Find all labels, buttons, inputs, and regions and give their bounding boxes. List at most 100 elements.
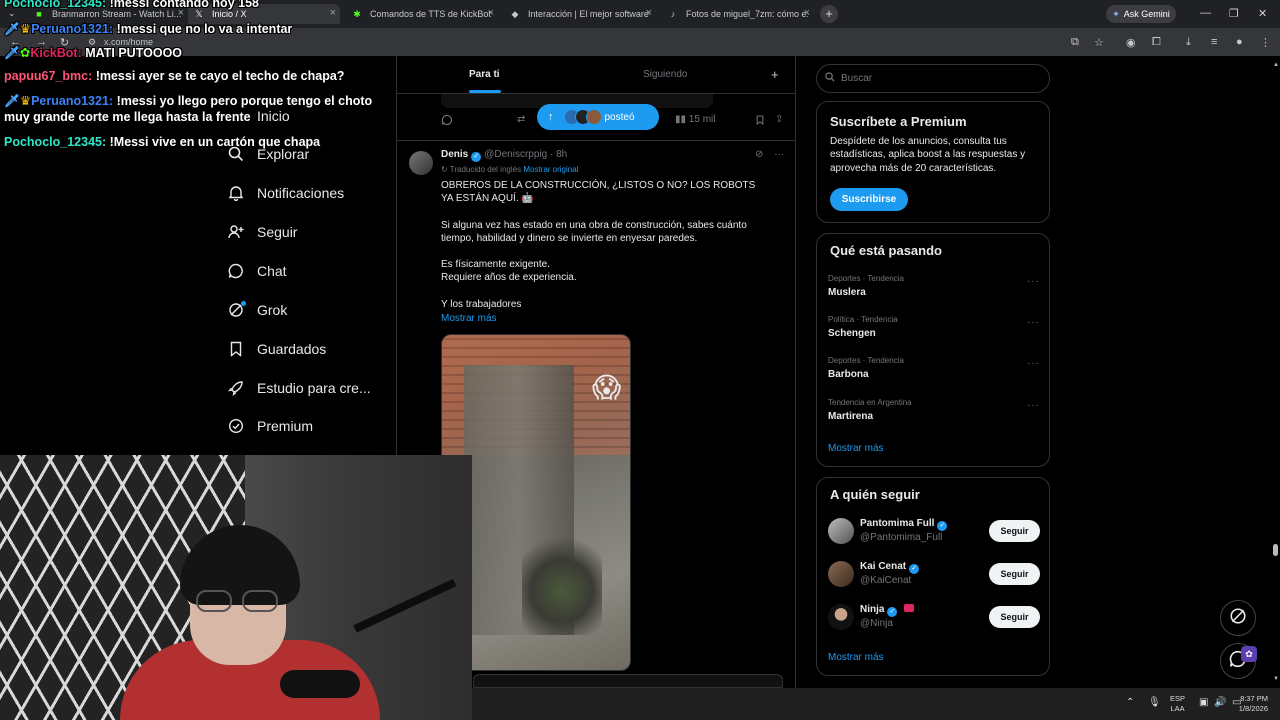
- tab-interaccion[interactable]: ◆ Interacción | El mejor software p... ×: [504, 4, 656, 24]
- avatar[interactable]: [409, 151, 433, 175]
- tab-kickbot[interactable]: ✱ Comandos de TTS de KickBot ×: [346, 4, 498, 24]
- tweet[interactable]: Denis ✓ @Deniscrppig · 8h ⊘ ··· ↻ Traducid…: [397, 140, 795, 671]
- tab-for-you[interactable]: Para ti: [469, 69, 500, 80]
- more-options-icon[interactable]: ···: [1027, 317, 1040, 328]
- scroll-up-arrow-icon[interactable]: ▲: [1273, 62, 1279, 68]
- page-scrollbar[interactable]: [1272, 56, 1280, 688]
- nav-follow[interactable]: Seguir: [228, 224, 297, 240]
- bookmark-action-icon[interactable]: [755, 114, 765, 129]
- follow-button[interactable]: Seguir: [989, 606, 1040, 628]
- avatar[interactable]: [828, 561, 854, 587]
- microphone-icon[interactable]: 🎙: [1148, 697, 1161, 708]
- nav-bookmarks[interactable]: Guardados: [228, 341, 326, 357]
- new-posts-pill[interactable]: ↑ posteó: [537, 104, 659, 130]
- follow-button[interactable]: Seguir: [989, 520, 1040, 542]
- arrow-up-icon: ↑: [548, 111, 554, 123]
- follow-suggestion[interactable]: Pantomima Full ✓ @Pantomima_Full Seguir: [828, 518, 1040, 548]
- chat-text: !messi yo llego pero porque tengo el cho…: [116, 94, 373, 108]
- cast-icon[interactable]: ⧉: [1071, 36, 1079, 49]
- messages-floating-button[interactable]: ✿: [1220, 643, 1257, 679]
- nav-grok[interactable]: Grok: [228, 301, 287, 318]
- chat-message: 🗡✿KickBot: MATI PUTOOOO: [4, 45, 182, 61]
- chat-icon: [228, 263, 244, 279]
- network-icon[interactable]: ▣: [1199, 697, 1208, 708]
- scroll-down-arrow-icon[interactable]: ▼: [1273, 676, 1279, 682]
- more-options-icon[interactable]: ···: [1027, 358, 1040, 369]
- trend-item[interactable]: Política · Tendencia Schengen ···: [828, 315, 1040, 339]
- nav-label: Notificaciones: [257, 185, 345, 201]
- tab-title: Branmarron Stream - Watch Li...: [52, 9, 182, 19]
- tab-title: Comandos de TTS de KickBot: [370, 9, 491, 19]
- more-options-icon[interactable]: ···: [774, 149, 784, 160]
- verified-badge-icon: ✓: [471, 152, 482, 162]
- subscribe-button[interactable]: Suscribirse: [830, 188, 908, 211]
- trend-item[interactable]: Deportes · Tendencia Barbona ···: [828, 356, 1040, 380]
- trend-item[interactable]: Tendencia en Argentina Martirena ···: [828, 398, 1040, 422]
- close-icon[interactable]: ×: [804, 7, 810, 19]
- restore-icon[interactable]: ❐: [1229, 7, 1239, 20]
- nav-creator-studio[interactable]: Estudio para cre...: [228, 380, 371, 396]
- tab-following[interactable]: Siguiendo: [643, 69, 687, 80]
- x-logo-icon: 𝕏: [195, 9, 203, 19]
- follow-suggestion[interactable]: Ninja ✓ @Ninja Seguir: [828, 604, 1040, 634]
- follow-suggestion[interactable]: Kai Cenat ✓ @KaiCenat Seguir: [828, 561, 1040, 591]
- tab-tiktok[interactable]: ♪ Fotos de miguel_7zm: cómo e... ×: [662, 4, 814, 24]
- chat-message-continued: muy grande corte me llega hasta la frent…: [4, 110, 251, 124]
- extension-color-icon[interactable]: ◉: [1126, 36, 1136, 49]
- trend-name: Martirena: [828, 411, 874, 422]
- author-handle[interactable]: @Deniscrppig: [484, 149, 547, 160]
- gemini-sparkle-icon: ✦: [1112, 8, 1120, 19]
- window-close-icon[interactable]: ✕: [1258, 7, 1267, 20]
- trend-item[interactable]: Deportes · Tendencia Muslera ···: [828, 274, 1040, 298]
- add-person-icon: [228, 224, 244, 240]
- follow-show-more[interactable]: Mostrar más: [828, 652, 884, 663]
- language-indicator[interactable]: ESP LAA: [1170, 694, 1185, 714]
- media-control-icon[interactable]: ≡: [1211, 36, 1217, 48]
- show-original-link[interactable]: Mostrar original: [523, 165, 578, 174]
- tweet-paragraph: Si alguna vez has estado en una obra de …: [441, 219, 747, 244]
- search-input[interactable]: Buscar: [816, 64, 1050, 93]
- bookmark-star-icon[interactable]: ☆: [1094, 36, 1104, 49]
- reply-icon[interactable]: [441, 114, 453, 129]
- ask-gemini-button[interactable]: ✦ Ask Gemini: [1106, 5, 1176, 23]
- trends-show-more[interactable]: Mostrar más: [828, 443, 884, 454]
- close-icon[interactable]: ×: [488, 7, 494, 19]
- nav-label: Premium: [257, 418, 314, 434]
- close-icon[interactable]: ×: [646, 7, 652, 19]
- download-icon[interactable]: ⤓: [1186, 36, 1191, 49]
- volume-icon[interactable]: 🔊: [1214, 697, 1226, 708]
- chat-username: Peruano1321:: [31, 94, 114, 108]
- add-feed-icon[interactable]: +: [771, 67, 779, 82]
- system-clock[interactable]: 8:37 PM 1/8/2026: [1232, 694, 1268, 714]
- nav-notifications[interactable]: Notificaciones: [228, 185, 344, 201]
- extensions-icon[interactable]: ⧠: [1152, 36, 1161, 49]
- show-more-link[interactable]: Mostrar más: [441, 313, 497, 324]
- nav-chat[interactable]: Chat: [228, 263, 287, 279]
- next-tweet[interactable]: [473, 674, 783, 688]
- follow-name: Kai Cenat ✓: [860, 561, 922, 574]
- more-options-icon[interactable]: ···: [1027, 276, 1040, 287]
- tray-expand-icon[interactable]: ⌃: [1126, 697, 1134, 708]
- follow-handle: @Pantomima_Full: [860, 532, 943, 543]
- views-stat[interactable]: ▮▮ 15 mil: [675, 114, 715, 125]
- tweet-time[interactable]: 8h: [556, 149, 567, 160]
- new-tab-button[interactable]: +: [820, 5, 838, 23]
- app-badge-icon: ✿: [1241, 646, 1257, 662]
- follow-button[interactable]: Seguir: [989, 563, 1040, 585]
- retweet-icon[interactable]: ⇄: [517, 114, 525, 125]
- avatar[interactable]: [828, 604, 854, 630]
- follow-name: Ninja ✓: [860, 604, 915, 617]
- more-options-icon[interactable]: ···: [1027, 400, 1040, 411]
- nav-label: Chat: [257, 263, 287, 279]
- share-icon[interactable]: ⇪: [775, 114, 783, 125]
- scroll-thumb[interactable]: [1273, 544, 1278, 556]
- nav-premium[interactable]: Premium: [228, 418, 313, 434]
- grok-analyze-icon[interactable]: ⊘: [755, 149, 763, 160]
- close-icon[interactable]: ×: [330, 7, 336, 19]
- menu-dots-icon[interactable]: ⋮: [1260, 36, 1271, 49]
- author-name[interactable]: Denis: [441, 149, 468, 160]
- minimize-icon[interactable]: —: [1200, 7, 1211, 19]
- grok-floating-button[interactable]: [1220, 600, 1256, 636]
- profile-avatar-icon[interactable]: ●: [1236, 36, 1243, 48]
- avatar[interactable]: [828, 518, 854, 544]
